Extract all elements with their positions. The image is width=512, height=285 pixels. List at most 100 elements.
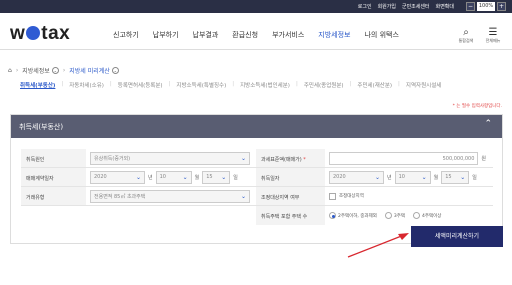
breadcrumb-separator: › <box>15 67 19 74</box>
login-link[interactable]: 로그인 <box>358 3 372 10</box>
panel-title: 취득세(부동산) <box>19 123 64 131</box>
form-row-acquisition-cause: 취득원인 유상취득(증거외) ⌄ 과세표준액(매매가) * 500,000,000… <box>21 149 493 168</box>
acquisition-month-select[interactable]: 10 ⌄ <box>394 170 431 184</box>
radio-button <box>413 212 420 219</box>
tab-vehicle-tax[interactable]: 자동차세(소유) <box>69 81 104 89</box>
form-row-dates: 매매계약일자 2020 ⌄ 년 10 ⌄ 월 15 ⌄ 일 취득일자 2020 ⌄ 년 … <box>21 168 493 187</box>
acquisition-date-cell: 2020 ⌄ 년 10 ⌄ 월 15 ⌄ 일 <box>325 168 493 186</box>
form-row-house-count: 취득주택 포함 주택 수 2주택이하, 중과제외 3주택 4주택이상 <box>21 206 493 225</box>
breadcrumb-item-local-tax-info[interactable]: 지방세정보 <box>22 66 50 75</box>
tab-income-tax-corporate[interactable]: 지방소득세(법인세분) <box>240 81 290 89</box>
utility-bar: 로그인 회원가입 군민조세센터 화면확대 − 100% + <box>0 0 512 13</box>
radio-label: 2주택이하, 중과제외 <box>338 213 377 219</box>
tab-resident-tax-employee[interactable]: 주민세(종업원분) <box>304 81 344 89</box>
acquisition-month-value: 10 <box>398 174 405 180</box>
tab-regional-resource-tax[interactable]: 지역자원시설세 <box>406 81 441 89</box>
chevron-down-icon: ⌄ <box>221 173 227 181</box>
tab-divider: | <box>232 81 235 87</box>
zoom-in-button[interactable]: + <box>497 2 506 11</box>
home-icon[interactable]: ⌂ <box>8 67 12 74</box>
zoom-label: 화면확대 <box>435 4 454 10</box>
tab-acquisition-tax[interactable]: 취득세(부동산) <box>20 81 55 89</box>
tax-base-label-text: 과세표준액(매매가) <box>261 157 302 163</box>
nav-services[interactable]: 부가서비스 <box>272 30 304 40</box>
search-tool[interactable]: ⌕ 통합검색 <box>457 27 475 44</box>
radio-four-plus[interactable]: 4주택이상 <box>413 212 441 219</box>
acquisition-day-select[interactable]: 15 ⌄ <box>441 170 470 184</box>
chevron-down-icon: ⌄ <box>374 173 380 181</box>
tab-resident-tax-property[interactable]: 주민세(재산분) <box>357 81 392 89</box>
transaction-type-select[interactable]: 전용면적 85㎡ 초과주택 ⌄ <box>90 189 250 203</box>
acquisition-year-select[interactable]: 2020 ⌄ <box>329 170 384 184</box>
breadcrumb: ⌂ › 지방세정보 ⌄ › 지방세 미리계산 ⌄ <box>8 66 119 75</box>
utility-links: 로그인 회원가입 군민조세센터 화면확대 <box>358 3 454 10</box>
transaction-type-value: 전용면적 85㎡ 초과주택 <box>94 193 146 200</box>
empty-cell <box>21 206 256 225</box>
year-unit: 년 <box>387 174 392 181</box>
chevron-down-icon: ⌄ <box>240 192 246 200</box>
chevron-down-icon: ⌄ <box>182 173 188 181</box>
calculate-tax-button[interactable]: 세액미리계산하기 <box>411 226 503 247</box>
contract-year-select[interactable]: 2020 ⌄ <box>90 170 145 184</box>
search-icon: ⌕ <box>463 27 469 38</box>
acquisition-cause-select[interactable]: 유상취득(증거외) ⌄ <box>90 151 250 165</box>
nav-file[interactable]: 신고하기 <box>113 30 139 40</box>
radio-label: 3주택 <box>393 213 405 219</box>
chevron-down-icon: ⌄ <box>240 154 246 162</box>
search-label: 통합검색 <box>458 38 474 43</box>
menu-icon: ☰ <box>488 27 498 38</box>
zoom-out-button[interactable]: − <box>466 2 475 11</box>
month-unit: 월 <box>433 174 439 181</box>
nav-pay[interactable]: 납부하기 <box>153 30 179 40</box>
form-row-transaction-type: 거래유형 전용면적 85㎡ 초과주택 ⌄ 조정대상지역 여부 조정대상지역 <box>21 187 493 206</box>
adjusted-area-checkbox-label: 조정대상지역 <box>339 194 364 199</box>
contract-date-label: 매매계약일자 <box>21 168 86 186</box>
pointer-arrow-icon <box>347 233 409 258</box>
contract-month-select[interactable]: 10 ⌄ <box>155 170 192 184</box>
tab-divider: | <box>398 81 400 87</box>
logo-text-right: tax <box>41 23 71 44</box>
menu-label: 전체메뉴 <box>485 38 501 43</box>
adjusted-area-checkbox[interactable] <box>329 192 336 200</box>
zoom-control: − 100% + <box>466 2 506 11</box>
tab-divider: | <box>295 81 298 87</box>
chevron-down-icon: ⌄ <box>460 173 466 181</box>
acquisition-date-label: 취득일자 <box>256 168 325 186</box>
logo-text-left: w <box>10 23 26 44</box>
nav-pay-result[interactable]: 납부결과 <box>193 30 219 40</box>
breadcrumb-item-tax-precalc[interactable]: 지방세 미리계산 <box>69 66 110 75</box>
day-unit: 일 <box>233 174 238 181</box>
tab-divider: | <box>61 81 64 87</box>
site-header: w tax 신고하기 납부하기 납부결과 환급신청 부가서비스 지방세정보 나의 … <box>0 13 512 50</box>
tab-divider: | <box>168 81 171 87</box>
year-unit: 년 <box>148 174 153 181</box>
nav-refund[interactable]: 환급신청 <box>232 30 258 40</box>
acquisition-cause-cell: 유상취득(증거외) ⌄ <box>86 149 256 167</box>
contract-month-value: 10 <box>159 174 166 180</box>
nav-my-wetax[interactable]: 나의 위택스 <box>364 30 398 40</box>
house-count-label: 취득주택 포함 주택 수 <box>256 206 325 225</box>
radio-two-or-less[interactable]: 2주택이하, 중과제외 <box>329 212 377 219</box>
chevron-down-icon: ⌄ <box>421 173 427 181</box>
tax-base-label: 과세표준액(매매가) * <box>256 149 325 167</box>
breadcrumb-separator: › <box>62 67 66 74</box>
nav-local-tax-info[interactable]: 지방세정보 <box>318 30 350 40</box>
all-menu-tool[interactable]: ☰ 전체메뉴 <box>484 27 502 44</box>
transaction-type-cell: 전용면적 85㎡ 초과주택 ⌄ <box>86 187 256 205</box>
signup-link[interactable]: 회원가입 <box>378 3 396 10</box>
tax-base-input[interactable]: 500,000,000 <box>329 151 479 165</box>
tab-income-tax-withholding[interactable]: 지방소득세(특별징수) <box>176 81 226 89</box>
chevron-down-icon[interactable]: ⌄ <box>51 67 59 74</box>
tab-divider: | <box>349 81 352 87</box>
radio-button <box>384 212 392 219</box>
collapse-icon[interactable]: ⌃ <box>484 119 492 129</box>
wetax-logo[interactable]: w tax <box>10 23 70 45</box>
tax-center-link[interactable]: 군민조세센터 <box>402 3 430 10</box>
day-unit: 일 <box>472 174 477 181</box>
tab-registration-tax[interactable]: 등록면허세(등록분) <box>118 81 163 89</box>
contract-day-select[interactable]: 15 ⌄ <box>202 170 231 184</box>
chevron-down-icon[interactable]: ⌄ <box>111 67 119 74</box>
zoom-value: 100% <box>477 2 495 11</box>
adjusted-area-cell: 조정대상지역 <box>325 187 493 205</box>
radio-three[interactable]: 3주택 <box>384 212 405 219</box>
